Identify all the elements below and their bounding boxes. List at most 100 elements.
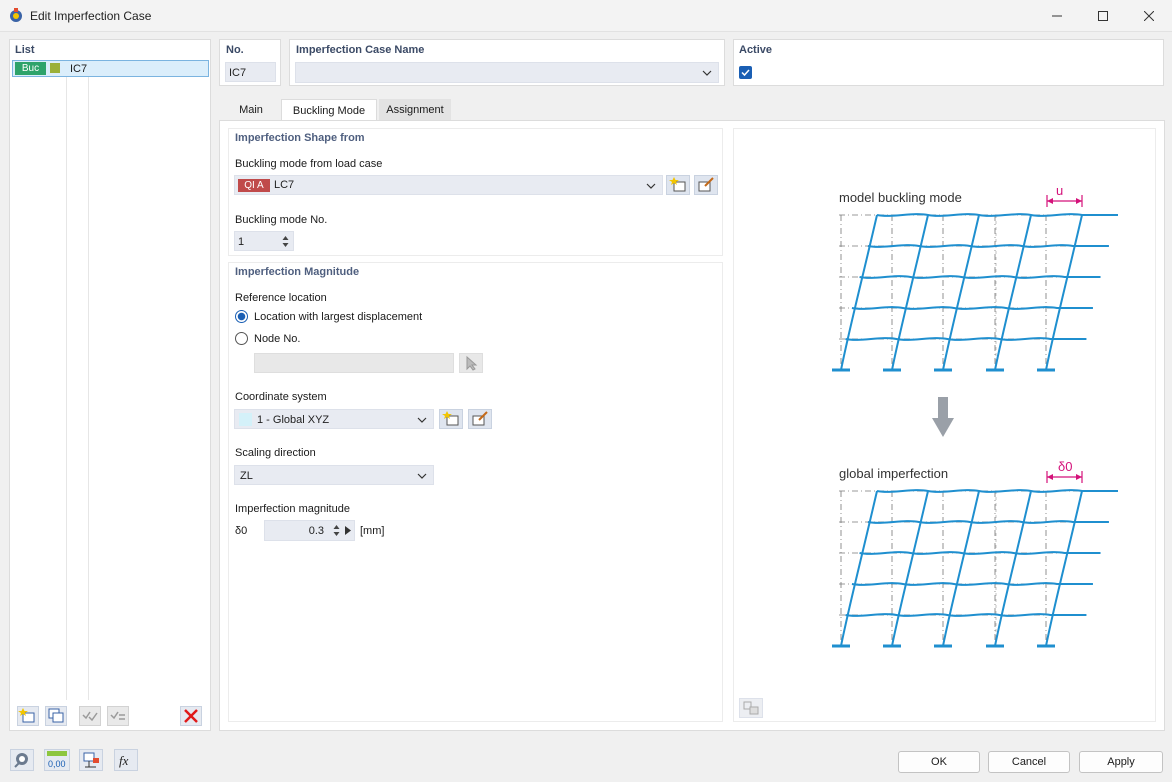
new-item-icon [18, 708, 35, 723]
magnitude-label: Imperfection magnitude [235, 503, 350, 515]
maximize-icon [1098, 11, 1108, 21]
svg-text:fx: fx [119, 753, 129, 768]
imperfection-figure [832, 195, 1118, 648]
cancel-button[interactable]: Cancel [988, 751, 1070, 773]
top-figure-label: model buckling mode [839, 190, 962, 205]
edit-coord-button[interactable] [468, 409, 492, 429]
figure-options-icon [743, 701, 759, 715]
figure-options-button[interactable] [739, 698, 763, 718]
uncheck-all-icon [110, 711, 125, 720]
number-panel: No. IC7 [219, 39, 281, 86]
node-no-label: Node No. [254, 333, 301, 345]
bottom-figure-label: global imperfection [839, 466, 949, 481]
name-select[interactable] [295, 62, 719, 83]
uncheck-all-button[interactable] [107, 706, 129, 726]
magnitude-section: Imperfection Magnitude Reference locatio… [228, 262, 723, 722]
bottom-frame-beam [876, 489, 1118, 493]
shape-section: Imperfection Shape from Buckling mode fr… [228, 128, 723, 256]
bottom-frame-column [942, 490, 980, 647]
bottom-frame-column [994, 490, 1032, 647]
scaling-select[interactable]: ZL [234, 465, 434, 485]
top-frame-beam [876, 213, 1118, 217]
list-item-tag: Buc [15, 62, 46, 75]
view-options-button[interactable] [79, 749, 103, 771]
top-frame-beam [845, 337, 1087, 341]
spinner-arrows-icon [333, 525, 340, 536]
top-frame-column [994, 214, 1032, 371]
top-frame-beam [859, 275, 1101, 279]
spinner-arrows-icon [282, 236, 289, 247]
coord-select[interactable]: 1 - Global XYZ [234, 409, 434, 429]
formula-button[interactable]: fx [114, 749, 138, 771]
radio-largest-displacement[interactable] [235, 310, 248, 323]
minimize-icon [1052, 15, 1062, 17]
list-header: List [15, 44, 35, 56]
mode-no-label: Buckling mode No. [235, 214, 328, 226]
list-item[interactable]: Buc IC7 [12, 60, 209, 77]
view-options-icon [83, 752, 99, 768]
load-case-select[interactable]: QI A LC7 [234, 175, 663, 195]
node-no-input[interactable] [254, 353, 454, 373]
top-frame-column [942, 214, 980, 371]
apply-button[interactable]: Apply [1079, 751, 1163, 773]
bottom-frame-beam [859, 551, 1101, 555]
tab-buckling-mode[interactable]: Buckling Mode [281, 99, 377, 121]
bottom-frame-arrowhead [1047, 474, 1053, 480]
app-icon [10, 8, 22, 22]
pick-node-button[interactable] [459, 353, 483, 373]
top-frame-column [891, 214, 929, 371]
edit-load-case-button[interactable] [694, 175, 718, 195]
bottom-frame-beam [851, 582, 1093, 586]
bottom-frame-column [1045, 490, 1083, 647]
copy-item-button[interactable] [45, 706, 67, 726]
name-label: Imperfection Case Name [296, 44, 425, 56]
top-frame-arrowhead [1047, 198, 1053, 204]
new-item-button[interactable] [17, 706, 39, 726]
bottom-frame-column [840, 490, 878, 647]
top-frame-beam [867, 244, 1109, 248]
top-frame-beam [851, 306, 1093, 310]
top-dim-label: u [1056, 183, 1064, 198]
top-frame-column [840, 214, 878, 371]
svg-text:0,00: 0,00 [48, 759, 66, 769]
delete-icon [184, 709, 198, 723]
new-coord-button[interactable] [439, 409, 463, 429]
active-checkbox[interactable] [739, 66, 752, 79]
close-button[interactable] [1126, 0, 1172, 32]
title-bar: Edit Imperfection Case [0, 0, 1172, 32]
minimize-button[interactable] [1034, 0, 1080, 32]
bottom-frame-beam [845, 613, 1087, 617]
play-arrow-icon [345, 526, 351, 535]
name-panel: Imperfection Case Name [289, 39, 725, 86]
top-frame-column [1045, 214, 1083, 371]
new-load-case-button[interactable] [666, 175, 690, 195]
down-arrow-shaft [938, 397, 948, 419]
reference-label: Reference location [235, 292, 327, 304]
radio-node-no[interactable] [235, 332, 248, 345]
magnitude-spinner[interactable]: 0.3 [264, 520, 355, 541]
units-icon: 0,00 [47, 751, 67, 769]
scaling-value: ZL [240, 470, 253, 482]
search-button[interactable] [10, 749, 34, 771]
chevron-down-icon [417, 417, 427, 423]
figure-panel: model buckling mode u global imperfectio… [733, 128, 1156, 722]
number-field[interactable]: IC7 [225, 62, 276, 82]
maximize-button[interactable] [1080, 0, 1126, 32]
units-button[interactable]: 0,00 [44, 749, 70, 771]
magnitude-unit: [mm] [360, 525, 385, 537]
active-panel: Active [733, 39, 1164, 86]
bottom-frame-arrowhead [1076, 474, 1082, 480]
active-label: Active [739, 44, 773, 56]
mode-no-value: 1 [238, 236, 245, 248]
shape-header: Imperfection Shape from [235, 132, 365, 144]
tab-main[interactable]: Main [226, 99, 276, 121]
mode-no-spinner[interactable]: 1 [234, 231, 294, 251]
check-all-button[interactable] [79, 706, 101, 726]
delta-symbol: δ0 [235, 525, 248, 537]
delete-item-button[interactable] [180, 706, 202, 726]
ok-button[interactable]: OK [898, 751, 980, 773]
formula-icon: fx [119, 753, 129, 768]
tab-assignment[interactable]: Assignment [379, 99, 451, 121]
coord-swatch [239, 413, 252, 426]
number-label: No. [226, 44, 244, 56]
